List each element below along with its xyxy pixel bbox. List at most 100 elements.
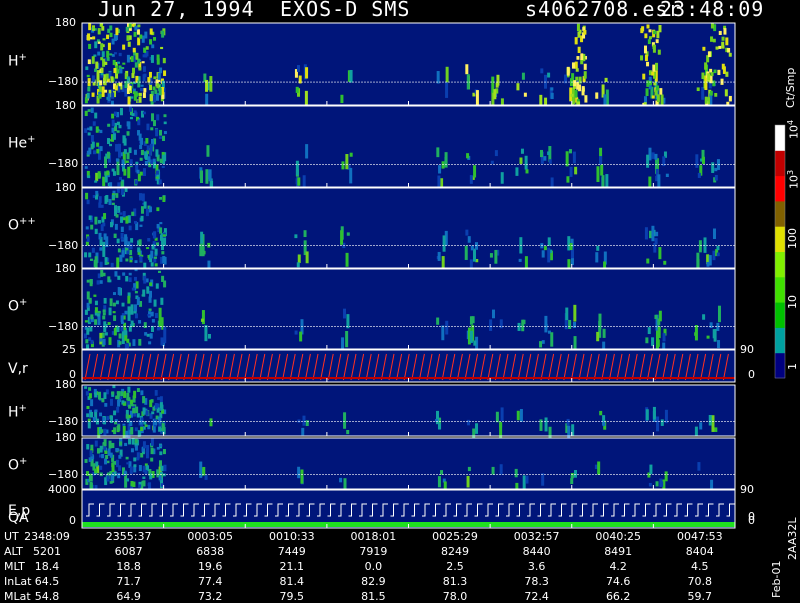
spectrum-cell xyxy=(130,480,134,487)
spectrum-cell xyxy=(305,67,309,79)
spectrum-cell xyxy=(437,251,441,261)
spectrum-cell xyxy=(493,89,497,100)
spectrum-cell xyxy=(143,47,147,53)
spectrum-cell xyxy=(725,37,729,46)
spectrum-cell xyxy=(151,244,155,250)
spectrum-cell xyxy=(99,445,103,453)
spectrum-cell xyxy=(90,339,94,345)
spectrum-cell xyxy=(136,297,140,306)
spectrum-cell xyxy=(114,271,118,277)
spectrum-cell xyxy=(472,248,476,262)
panel-he_plus-label: He+ xyxy=(8,134,36,152)
spectrum-cell xyxy=(95,61,99,69)
spectrum-cell xyxy=(139,34,143,39)
spectrum-cell xyxy=(118,176,122,180)
spectrum-cell xyxy=(86,279,90,283)
panel-h_plus_1-label: H+ xyxy=(8,52,27,70)
colorbar-tick-4: 104 xyxy=(786,120,800,139)
panel-ep-right-max-tick: 90 xyxy=(740,483,754,496)
spectrum-cell xyxy=(521,72,525,80)
spectrum-cell xyxy=(110,221,114,228)
spectrum-cell xyxy=(117,182,121,187)
spectrum-cell xyxy=(475,242,479,250)
spectrum-cell xyxy=(92,121,96,126)
spectrum-cell xyxy=(210,180,214,188)
spectrum-cell xyxy=(602,341,606,350)
spectrum-cell xyxy=(716,252,720,257)
spectrum-cell xyxy=(90,224,94,230)
spectrum-cell xyxy=(467,236,471,243)
spectrum-cell xyxy=(127,386,131,393)
spectrum-cell xyxy=(595,252,599,263)
spectrum-cell xyxy=(547,72,551,78)
panel-vr-label: V,r xyxy=(8,361,28,377)
spectrum-cell xyxy=(145,208,149,217)
spectrum-cell xyxy=(129,249,133,256)
spectrum-cell xyxy=(118,333,122,339)
spectrum-cell xyxy=(106,262,110,265)
spectrum-cell xyxy=(115,144,119,152)
spectrum-cell xyxy=(127,295,131,304)
spectrum-cell xyxy=(343,308,347,319)
spectrum-cell xyxy=(646,61,650,67)
spectrum-cell xyxy=(129,466,133,475)
spectrum-cell xyxy=(541,473,545,486)
spectrum-cell xyxy=(441,325,445,341)
spectrum-cell xyxy=(90,314,94,320)
spectrum-cell xyxy=(87,132,91,136)
panel-o_plus_2-background xyxy=(82,438,735,489)
spectrum-cell xyxy=(499,464,503,475)
spectrum-cell xyxy=(716,322,720,332)
spectrum-cell xyxy=(436,71,440,84)
spectrum-cell xyxy=(128,225,132,231)
panel-ep-ymin-tick: 0 xyxy=(69,514,76,527)
spectrum-cell xyxy=(711,415,715,432)
spectrum-cell xyxy=(518,258,522,262)
spectrum-cell xyxy=(161,423,165,431)
spectrum-cell xyxy=(572,151,576,164)
spectrum-cell xyxy=(100,23,104,26)
spectrum-cell xyxy=(103,439,107,447)
colorbar-tick-1-value: 10 xyxy=(786,295,799,309)
spectrum-cell xyxy=(138,239,142,247)
spectrum-cell xyxy=(159,222,163,225)
panel-o_plusplus-background xyxy=(82,188,735,268)
spectrum-cell xyxy=(156,114,160,121)
spectrum-cell xyxy=(137,80,141,88)
spectrum-cell xyxy=(87,86,91,92)
spectrum-cell xyxy=(712,80,716,87)
spectrum-cell xyxy=(116,395,120,400)
spectrum-cell xyxy=(569,243,573,251)
spectrum-cell xyxy=(88,215,92,220)
spectrum-cell xyxy=(151,113,155,122)
spectrum-cell xyxy=(159,444,163,447)
spectrum-cell xyxy=(90,134,94,142)
spectrum-cell xyxy=(146,247,150,250)
spectrum-cell xyxy=(704,62,708,70)
table-cell: 81.4 xyxy=(279,575,305,588)
spectrum-cell xyxy=(96,128,100,132)
spectrum-cell xyxy=(205,79,209,92)
spectrum-cell xyxy=(88,457,92,462)
spectrum-cell xyxy=(295,160,299,176)
spectrum-cell xyxy=(108,337,112,345)
spectrum-cell xyxy=(541,340,545,344)
spectrum-cell xyxy=(143,322,147,328)
spectrum-cell xyxy=(99,280,103,284)
spectrum-cell xyxy=(124,442,128,447)
spectrum-cell xyxy=(112,171,116,176)
panel-vr-right-max-tick: 90 xyxy=(740,343,754,356)
spectrum-cell xyxy=(161,251,165,255)
table-cell: 64.5 xyxy=(34,575,60,588)
spectrum-cell xyxy=(126,392,130,401)
spectrum-cell xyxy=(126,54,130,63)
spectrum-cell xyxy=(570,474,574,479)
spectrum-cell xyxy=(647,327,651,335)
spectrum-cell xyxy=(648,36,652,40)
spectrum-cell xyxy=(158,179,162,185)
spectrum-cell xyxy=(305,420,309,427)
spectrum-cell xyxy=(576,23,580,32)
spectrum-cell xyxy=(151,319,155,323)
spectrum-cell xyxy=(155,93,159,101)
table-cell: 8249 xyxy=(441,545,469,558)
